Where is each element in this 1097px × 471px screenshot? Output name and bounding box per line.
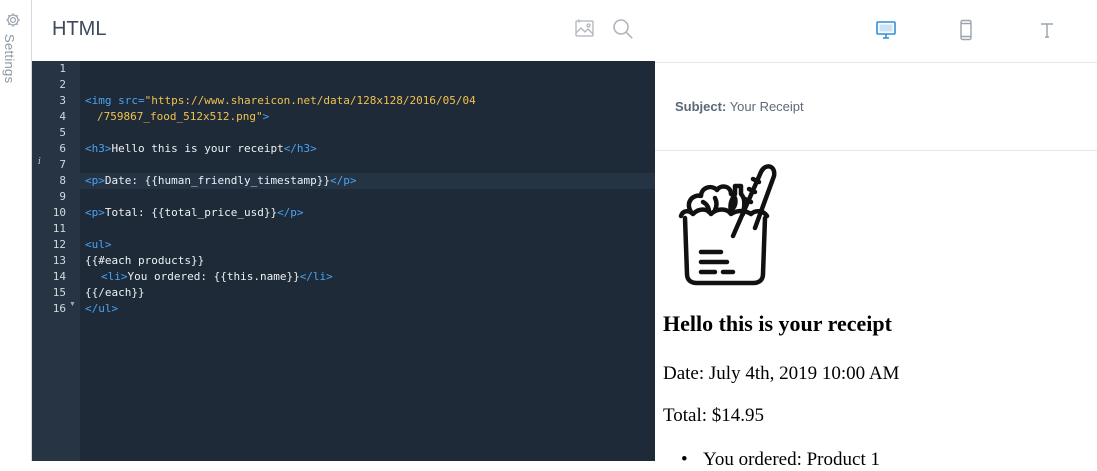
grocery-bag-icon bbox=[675, 158, 779, 288]
code-token: <p> bbox=[85, 174, 105, 187]
code-line-15[interactable]: </ul> bbox=[85, 301, 118, 317]
code-token: </h3> bbox=[283, 142, 317, 155]
line-number: 10 bbox=[52, 206, 66, 219]
subject-bar: Subject: Your Receipt bbox=[655, 63, 1097, 151]
image-icon[interactable] bbox=[573, 17, 597, 41]
code-line-14[interactable]: {{/each}} bbox=[85, 285, 145, 301]
code-token: {{#each products}} bbox=[85, 254, 205, 267]
line-number: 13 bbox=[52, 254, 66, 267]
code-token: <img src= bbox=[85, 94, 145, 107]
code-line-3a[interactable]: <img src="https://www.shareicon.net/data… bbox=[85, 93, 476, 109]
code-token: Total: {{total_price_usd}} bbox=[104, 206, 278, 219]
line-number: 14 bbox=[52, 270, 66, 283]
preview-toolbar bbox=[655, 0, 1097, 63]
mobile-icon[interactable] bbox=[955, 19, 977, 41]
line-number: 4 bbox=[59, 110, 66, 123]
editor-title: HTML bbox=[52, 18, 107, 40]
code-line-12[interactable]: {{#each products}} bbox=[85, 253, 204, 269]
code-token: <li> bbox=[101, 270, 128, 283]
line-number: 2 bbox=[59, 78, 66, 91]
code-token: </p> bbox=[277, 206, 304, 219]
line-number: 6 bbox=[59, 142, 66, 155]
code-token: Date: {{human_friendly_timestamp}} bbox=[104, 174, 331, 187]
subject-label: Subject: bbox=[675, 99, 727, 114]
list-item: You ordered: Product 1 bbox=[663, 449, 880, 471]
app: Settings HTML 1234 5 6 7 8 9 10 11 12 13… bbox=[0, 0, 1097, 471]
receipt-date: Date: July 4th, 2019 10:00 AM bbox=[663, 363, 900, 384]
info-annotation-icon[interactable]: i bbox=[38, 157, 41, 167]
code-editor[interactable]: 1 2 3 4 5 6 7 8 9 10 11 12 13 14 15 16 i ▼ <img src="ht… bbox=[32, 61, 656, 461]
code-token: You ordered: {{this.name}} bbox=[127, 270, 300, 283]
fold-arrow-icon[interactable]: ▼ bbox=[69, 301, 76, 308]
line-number: 1 bbox=[59, 62, 66, 75]
code-token: {{/each}} bbox=[85, 286, 145, 299]
code-line-5[interactable]: <h3>Hello this is your receipt</h3> bbox=[85, 141, 317, 157]
editor-header: HTML bbox=[32, 0, 656, 61]
code-line-7[interactable]: <p>Date: {{human_friendly_timestamp}}</p… bbox=[85, 173, 357, 189]
code-token: </p> bbox=[330, 174, 357, 187]
line-number: 12 bbox=[52, 238, 66, 251]
code-token: <ul> bbox=[85, 238, 112, 251]
receipt-total: Total: $14.95 bbox=[663, 405, 765, 426]
editor-pane: HTML 1 2 3 4 5 6 7 8 9 10 11 12 13 14 15 16 i bbox=[31, 0, 656, 461]
receipt-heading: Hello this is your receipt bbox=[663, 311, 892, 336]
desktop-icon[interactable] bbox=[875, 19, 897, 41]
line-number: 8 bbox=[59, 174, 66, 187]
line-number: 15 bbox=[52, 286, 66, 299]
code-token: </ul> bbox=[85, 302, 119, 315]
gear-icon[interactable] bbox=[5, 12, 21, 28]
line-number: 11 bbox=[52, 222, 66, 235]
code-line-13[interactable]: <li>You ordered: {{this.name}}</li> bbox=[101, 269, 333, 285]
line-number: 9 bbox=[59, 190, 66, 203]
code-token: Hello this is your receipt bbox=[111, 142, 284, 155]
code-line-11[interactable]: <ul> bbox=[85, 237, 112, 253]
preview-pane: Subject: Your Receipt Hello this is your… bbox=[655, 0, 1097, 471]
subject-line: Subject: Your Receipt bbox=[675, 99, 804, 114]
code-token: <p> bbox=[85, 206, 105, 219]
line-number: 5 bbox=[59, 126, 66, 139]
code-token: <h3> bbox=[85, 142, 112, 155]
code-line-3b[interactable]: /759867_food_512x512.png"> bbox=[97, 109, 269, 125]
settings-rail[interactable]: Settings bbox=[0, 0, 32, 461]
settings-label[interactable]: Settings bbox=[2, 34, 17, 83]
code-token: /759867_food_512x512.png" bbox=[97, 110, 263, 123]
code-token: > bbox=[262, 110, 270, 123]
receipt-items-list: You ordered: Product 1 bbox=[663, 449, 880, 471]
line-number: 16 bbox=[52, 302, 66, 315]
code-token: "https://www.shareicon.net/data/128x128/… bbox=[144, 94, 476, 107]
code-token: </li> bbox=[299, 270, 333, 283]
search-icon[interactable] bbox=[611, 17, 635, 41]
text-icon[interactable] bbox=[1036, 19, 1058, 41]
line-number: 3 bbox=[59, 94, 66, 107]
code-line-9[interactable]: <p>Total: {{total_price_usd}}</p> bbox=[85, 205, 304, 221]
subject-value: Your Receipt bbox=[729, 99, 804, 114]
